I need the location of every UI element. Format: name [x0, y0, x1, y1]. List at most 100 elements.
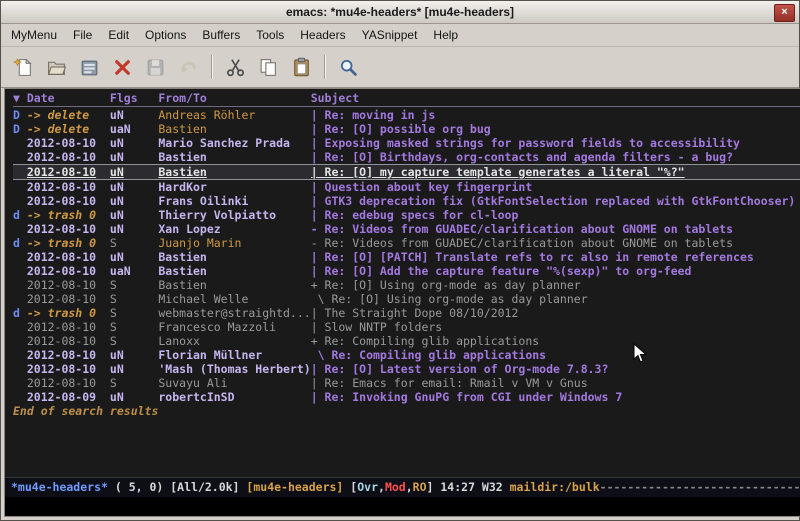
message-subject: + Re: Compiling glib applications — [311, 334, 800, 348]
mouse-cursor — [633, 343, 647, 364]
message-row[interactable]: 2012-08-10uNXan Lopez- Re: Videos from G… — [13, 222, 800, 236]
buffer-area[interactable]: ▼ Date Flgs From/To Subject D-> deleteuN… — [5, 89, 800, 477]
message-subject: | Exposing masked strings for password f… — [311, 136, 800, 150]
message-flags: uN — [110, 208, 158, 222]
message-prefix: D — [13, 108, 27, 122]
message-subject: | Re: Invoking GnuPG from CGI under Wind… — [311, 390, 800, 404]
column-header-subject[interactable]: Subject — [311, 91, 800, 106]
message-prefix: d — [13, 306, 27, 320]
message-flags: S — [110, 376, 158, 390]
message-date: 2012-08-10 — [27, 136, 110, 150]
message-flags: uN — [110, 390, 158, 404]
message-from: Francesco Mazzoli — [158, 320, 310, 334]
message-row[interactable]: 2012-08-10SFrancesco Mazzoli| Slow NNTP … — [13, 320, 800, 334]
message-subject: | Re: [O] possible org bug — [311, 122, 800, 136]
message-prefix — [13, 348, 27, 362]
message-flags: uaN — [110, 264, 158, 278]
message-row[interactable]: 2012-08-10uNBastien| Re: [O] Birthdays, … — [13, 150, 800, 164]
message-date: 2012-08-10 — [27, 180, 110, 194]
menu-item-headers[interactable]: Headers — [292, 25, 353, 45]
message-flags: S — [110, 236, 158, 250]
menu-item-tools[interactable]: Tools — [248, 25, 292, 45]
modeline-segment: ----------------------------------------… — [600, 480, 800, 494]
message-flags: uN — [110, 180, 158, 194]
message-flags: uN — [110, 150, 158, 164]
minibuffer[interactable] — [5, 497, 800, 516]
message-prefix — [13, 165, 27, 179]
message-row[interactable]: d-> trash 0SJuanjo Marin- Re: Videos fro… — [13, 236, 800, 250]
close-buffer-icon — [112, 57, 133, 78]
toolbar-search-button[interactable] — [333, 53, 364, 82]
message-row[interactable]: 2012-08-10SBastien+ Re: [O] Using org-mo… — [13, 278, 800, 292]
toolbar-copy-button[interactable] — [253, 53, 284, 82]
message-row[interactable]: 2012-08-10uaNBastien| Re: [O] Add the ca… — [13, 264, 800, 278]
menu-item-yasnippet[interactable]: YASnippet — [354, 25, 426, 45]
message-from: Thierry Volpiatto — [158, 208, 310, 222]
message-flags: uN — [110, 362, 158, 376]
message-row[interactable]: 2012-08-10SMichael Welle \ Re: [O] Using… — [13, 292, 800, 306]
message-row[interactable]: 2012-08-09uNrobertcInSD| Re: Invoking Gn… — [13, 390, 800, 404]
message-flags: uN — [110, 250, 158, 264]
toolbar-separator — [324, 55, 326, 79]
toolbar-undo-button[interactable] — [173, 53, 204, 82]
modeline-segment: , — [378, 480, 385, 494]
message-from: Lanoxx — [158, 334, 310, 348]
window-titlebar[interactable]: emacs: *mu4e-headers* [mu4e-headers] × — [1, 1, 799, 24]
cut-icon — [225, 57, 246, 78]
modeline-segment: *mu4e-headers* — [11, 480, 108, 494]
message-flags: S — [110, 292, 158, 306]
frame-body: ▼ Date Flgs From/To Subject D-> deleteuN… — [1, 88, 799, 520]
message-row[interactable]: 2012-08-10SSuvayu Ali| Re: Emacs for ema… — [13, 376, 800, 390]
column-header-from[interactable]: From/To — [158, 91, 310, 106]
toolbar-new-file-button[interactable] — [8, 53, 39, 82]
message-prefix — [13, 390, 27, 404]
toolbar-close-buffer-button[interactable] — [107, 53, 138, 82]
menu-bar: MyMenuFileEditOptionsBuffersToolsHeaders… — [1, 24, 799, 47]
modeline-segment: Ovr — [357, 480, 378, 494]
message-row[interactable]: D-> deleteuaNBastien| Re: [O] possible o… — [13, 122, 800, 136]
message-row[interactable]: 2012-08-10uNBastien| Re: [O] [PATCH] Tra… — [13, 250, 800, 264]
message-subject: | Re: [O] [PATCH] Translate refs to rc a… — [311, 250, 800, 264]
message-row[interactable]: 2012-08-10uNFrans Oilinki| GTK3 deprecat… — [13, 194, 800, 208]
message-row[interactable]: 2012-08-10SLanoxx+ Re: Compiling glib ap… — [13, 334, 800, 348]
menu-item-options[interactable]: Options — [137, 25, 194, 45]
folder-icon — [79, 57, 100, 78]
headers-header-line: ▼ Date Flgs From/To Subject — [13, 91, 800, 107]
message-row[interactable]: 2012-08-10uNFlorian Müllner \ Re: Compil… — [13, 348, 800, 362]
message-subject: | Re: [O] my capture template generates … — [311, 165, 800, 179]
message-row[interactable]: 2012-08-10uNMario Sanchez Prada| Exposin… — [13, 136, 800, 150]
menu-item-file[interactable]: File — [65, 25, 100, 45]
message-row[interactable]: d-> trash 0Swebmaster@straightd...| The … — [13, 306, 800, 320]
toolbar-save-button[interactable] — [140, 53, 171, 82]
message-row[interactable]: d-> trash 0uNThierry Volpiatto| Re: edeb… — [13, 208, 800, 222]
message-prefix — [13, 334, 27, 348]
toolbar-open-file-button[interactable] — [41, 53, 72, 82]
message-prefix — [13, 278, 27, 292]
message-row[interactable]: 2012-08-10uNBastien| Re: [O] my capture … — [13, 164, 800, 180]
toolbar-cut-button[interactable] — [220, 53, 251, 82]
toolbar-paste-button[interactable] — [286, 53, 317, 82]
message-prefix — [13, 150, 27, 164]
message-prefix — [13, 362, 27, 376]
column-header-flags[interactable]: Flgs — [110, 91, 158, 106]
toolbar-folder-button[interactable] — [74, 53, 105, 82]
message-from: Bastien — [158, 250, 310, 264]
message-prefix: D — [13, 122, 27, 136]
modeline-segment: maildir:/bulk — [510, 480, 600, 494]
modeline-segment: Mod — [385, 480, 406, 494]
menu-item-mymenu[interactable]: MyMenu — [3, 25, 65, 45]
message-from: webmaster@straightd... — [158, 306, 310, 320]
message-row[interactable]: 2012-08-10uN'Mash (Thomas Herbert)| Re: … — [13, 362, 800, 376]
message-subject: - Re: Videos from GUADEC/clarification a… — [311, 222, 800, 236]
menu-item-edit[interactable]: Edit — [100, 25, 137, 45]
menu-item-help[interactable]: Help — [425, 25, 466, 45]
column-header-date[interactable]: Date — [27, 91, 110, 106]
message-subject: | GTK3 deprecation fix (GtkFontSelection… — [311, 194, 800, 208]
message-row[interactable]: 2012-08-10uNHardKor| Question about key … — [13, 180, 800, 194]
message-from: Florian Müllner — [158, 348, 310, 362]
window-close-button[interactable]: × — [774, 4, 795, 22]
modeline-segment: 14:27 — [440, 480, 482, 494]
message-row[interactable]: D-> deleteuNAndreas Röhler| Re: moving i… — [13, 108, 800, 122]
message-from: HardKor — [158, 180, 310, 194]
menu-item-buffers[interactable]: Buffers — [194, 25, 248, 45]
